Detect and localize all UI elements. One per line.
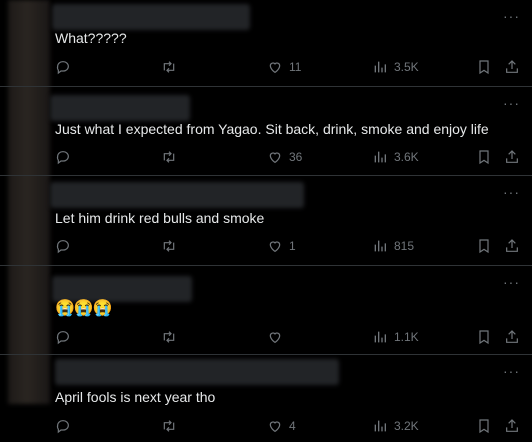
share-icon — [504, 329, 520, 345]
like-button[interactable]: 11 — [267, 57, 301, 77]
tweet-text: April fools is next year tho — [55, 389, 216, 405]
tweet-actions: 4 3.2K — [0, 416, 532, 436]
views-button[interactable]: 3.5K — [372, 57, 419, 77]
bookmark-icon — [476, 59, 492, 75]
views-count: 3.5K — [394, 60, 419, 74]
share-icon — [504, 238, 520, 254]
more-options-button[interactable]: ··· — [503, 95, 520, 111]
reply-icon — [55, 418, 71, 434]
more-options-button[interactable]: ··· — [503, 363, 520, 379]
views-count: 3.2K — [394, 419, 419, 433]
share-button[interactable] — [504, 327, 520, 347]
like-button[interactable]: 1 — [267, 236, 296, 256]
retweet-icon — [161, 238, 177, 254]
views-button[interactable]: 1.1K — [372, 327, 419, 347]
like-icon — [267, 418, 283, 434]
retweet-button[interactable] — [161, 57, 183, 77]
like-button[interactable]: 4 — [267, 416, 296, 436]
like-icon — [267, 149, 283, 165]
bookmark-button[interactable] — [476, 236, 492, 256]
retweet-icon — [161, 59, 177, 75]
reply-button[interactable] — [55, 236, 77, 256]
tweet-text: What????? — [55, 30, 127, 46]
views-count: 815 — [394, 239, 415, 253]
reply-icon — [55, 238, 71, 254]
bookmark-icon — [476, 329, 492, 345]
retweet-button[interactable] — [161, 236, 183, 256]
author-name-blurred — [50, 95, 190, 121]
share-icon — [504, 59, 520, 75]
tweet-text: Just what I expected from Yagao. Sit bac… — [55, 121, 489, 137]
tweet-text: Let him drink red bulls and smoke — [55, 210, 265, 226]
share-button[interactable] — [504, 57, 520, 77]
like-count: 11 — [289, 60, 302, 74]
bookmark-button[interactable] — [476, 57, 492, 77]
tweet-1[interactable]: ··· What????? 11 3.5K — [0, 0, 532, 86]
retweet-button[interactable] — [161, 416, 183, 436]
views-icon — [372, 329, 388, 345]
reply-button[interactable] — [55, 57, 77, 77]
retweet-icon — [161, 329, 177, 345]
retweet-button[interactable] — [161, 147, 183, 167]
author-name-blurred — [50, 182, 304, 208]
retweet-icon — [161, 418, 177, 434]
bookmark-icon — [476, 238, 492, 254]
retweet-button[interactable] — [161, 327, 183, 347]
views-icon — [372, 418, 388, 434]
share-button[interactable] — [504, 236, 520, 256]
views-button[interactable]: 3.2K — [372, 416, 419, 436]
like-button[interactable]: 36 — [267, 147, 302, 167]
views-count: 1.1K — [394, 330, 419, 344]
more-options-button[interactable]: ··· — [503, 274, 520, 290]
views-count: 3.6K — [394, 150, 419, 164]
like-icon — [267, 238, 283, 254]
views-button[interactable]: 3.6K — [372, 147, 419, 167]
author-name-blurred — [52, 4, 250, 30]
tweet-text: 😭😭😭 — [55, 300, 113, 317]
tweet-actions: 36 3.6K — [0, 147, 532, 167]
author-name-blurred — [55, 359, 339, 385]
tweet-2[interactable]: ··· Just what I expected from Yagao. Sit… — [0, 87, 532, 175]
more-options-button[interactable]: ··· — [503, 184, 520, 200]
tweet-5[interactable]: ··· April fools is next year tho 4 3.2K — [0, 355, 532, 442]
like-icon — [267, 59, 283, 75]
views-icon — [372, 59, 388, 75]
more-options-button[interactable]: ··· — [503, 8, 520, 24]
reply-icon — [55, 329, 71, 345]
reply-button[interactable] — [55, 327, 77, 347]
share-button[interactable] — [504, 416, 520, 436]
reply-icon — [55, 149, 71, 165]
bookmark-icon — [476, 149, 492, 165]
bookmark-button[interactable] — [476, 147, 492, 167]
tweet-3[interactable]: ··· Let him drink red bulls and smoke 1 … — [0, 176, 532, 265]
share-button[interactable] — [504, 147, 520, 167]
like-button[interactable] — [267, 327, 289, 347]
bookmark-button[interactable] — [476, 416, 492, 436]
tweet-4[interactable]: ··· 😭😭😭 1.1K — [0, 266, 532, 354]
like-icon — [267, 329, 283, 345]
reply-button[interactable] — [55, 416, 77, 436]
tweet-actions: 1 815 — [0, 236, 532, 256]
share-icon — [504, 418, 520, 434]
views-icon — [372, 149, 388, 165]
tweet-actions: 11 3.5K — [0, 57, 532, 77]
views-icon — [372, 238, 388, 254]
like-count: 4 — [289, 419, 296, 433]
bookmark-button[interactable] — [476, 327, 492, 347]
share-icon — [504, 149, 520, 165]
tweet-actions: 1.1K — [0, 327, 532, 347]
retweet-icon — [161, 149, 177, 165]
like-count: 1 — [289, 239, 296, 253]
reply-button[interactable] — [55, 147, 77, 167]
reply-icon — [55, 59, 71, 75]
bookmark-icon — [476, 418, 492, 434]
views-button[interactable]: 815 — [372, 236, 414, 256]
like-count: 36 — [289, 150, 303, 164]
